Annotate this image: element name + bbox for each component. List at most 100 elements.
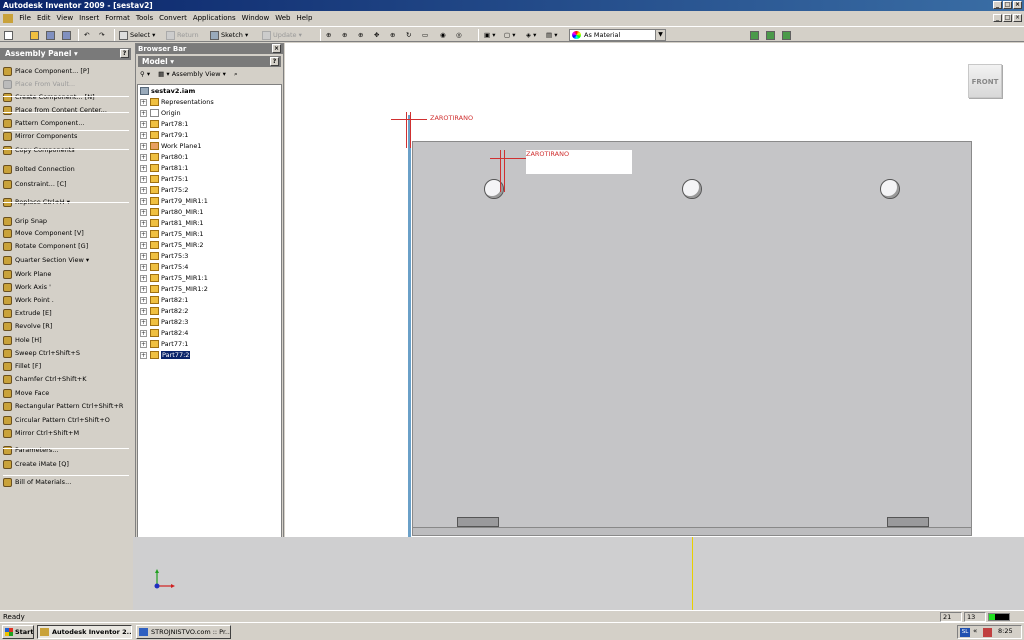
expand-icon[interactable]: +: [140, 142, 147, 150]
cmd-work-plane[interactable]: Work Plane: [3, 268, 51, 280]
language-indicator[interactable]: SL: [960, 628, 970, 637]
tree-node[interactable]: + Representations: [140, 97, 214, 108]
expand-icon[interactable]: +: [140, 120, 147, 128]
menu-edit[interactable]: Edit: [34, 12, 54, 25]
cmd-grip-snap[interactable]: Grip Snap: [3, 215, 47, 227]
cmd-content-center[interactable]: Place from Content Center...: [3, 104, 107, 116]
cmd-chamfer[interactable]: Chamfer Ctrl+Shift+K: [3, 373, 87, 385]
menu-tools[interactable]: Tools: [133, 12, 156, 25]
cmd-parameters[interactable]: Parameters...: [3, 444, 58, 456]
cmd-sweep[interactable]: Sweep Ctrl+Shift+S: [3, 347, 80, 359]
minimize-button[interactable]: _: [993, 1, 1002, 9]
new-icon[interactable]: [4, 29, 15, 41]
view-selector[interactable]: ▦ ▾ Assembly View ▾: [158, 70, 226, 78]
expand-icon[interactable]: +: [140, 285, 147, 293]
expand-icon[interactable]: +: [140, 219, 147, 227]
orbit-icon[interactable]: ↻: [406, 29, 411, 41]
cmd-pattern[interactable]: Pattern Component...: [3, 117, 84, 129]
cmd-move-face[interactable]: Move Face: [3, 387, 49, 399]
doc-minimize-button[interactable]: _: [993, 14, 1002, 22]
expand-icon[interactable]: +: [140, 252, 147, 260]
cmd-revolve[interactable]: Revolve [R]: [3, 320, 52, 332]
tree-node[interactable]: + Part78:1: [140, 119, 188, 130]
task-browser[interactable]: STROJNISTVO.com :: Pr...: [136, 625, 231, 639]
section-view-icon[interactable]: ◈ ▾: [526, 29, 536, 41]
hole-middle[interactable]: [682, 179, 702, 199]
open-icon[interactable]: [30, 29, 41, 41]
tree-node[interactable]: + Origin: [140, 108, 181, 119]
cmd-rotate[interactable]: Rotate Component [G]: [3, 240, 88, 252]
zoom-icon[interactable]: ⊕: [358, 29, 363, 41]
tree-node[interactable]: + Part75_MIR1:1: [140, 273, 208, 284]
chevron-down-icon[interactable]: ▼: [655, 30, 665, 40]
cmd-constraint[interactable]: Constraint... [C]: [3, 178, 67, 190]
expand-icon[interactable]: +: [140, 340, 147, 348]
expand-icon[interactable]: +: [140, 230, 147, 238]
pan-icon[interactable]: ✥: [374, 29, 379, 41]
cmd-copy[interactable]: Copy Components: [3, 144, 75, 156]
sketch-button[interactable]: Sketch ▾: [210, 29, 248, 41]
tree-node[interactable]: + Part81_MIR:1: [140, 218, 204, 229]
tree-node[interactable]: + Part79:1: [140, 130, 188, 141]
filter-icon[interactable]: ⚲ ▾: [140, 70, 150, 78]
hole-left[interactable]: [484, 179, 504, 199]
vault-checkin-icon[interactable]: [750, 29, 761, 41]
expand-icon[interactable]: +: [140, 164, 147, 172]
hole-right[interactable]: [880, 179, 900, 199]
expand-icon[interactable]: +: [140, 153, 147, 161]
tree-node[interactable]: + Part75_MIR1:2: [140, 284, 208, 295]
expand-icon[interactable]: +: [140, 197, 147, 205]
expand-icon[interactable]: +: [140, 274, 147, 282]
cmd-section[interactable]: Quarter Section View ▾: [3, 254, 89, 266]
expand-icon[interactable]: +: [140, 307, 147, 315]
expand-icon[interactable]: +: [140, 329, 147, 337]
menu-convert[interactable]: Convert: [156, 12, 190, 25]
expand-icon[interactable]: +: [140, 109, 147, 117]
save-icon[interactable]: [46, 29, 57, 41]
tree-node[interactable]: + Part75_MIR:2: [140, 240, 204, 251]
cmd-fillet[interactable]: Fillet [F]: [3, 360, 41, 372]
tree-node[interactable]: + Part82:1: [140, 295, 188, 306]
cmd-hole[interactable]: Hole [H]: [3, 334, 42, 346]
cmd-bom[interactable]: Bill of Materials...: [3, 476, 71, 488]
cmd-circ-pattern[interactable]: Circular Pattern Ctrl+Shift+O: [3, 414, 110, 426]
zoom-all-icon[interactable]: ⊕: [326, 29, 331, 41]
cmd-extrude[interactable]: Extrude [E]: [3, 307, 52, 319]
cmd-place-component[interactable]: Place Component... [P]: [3, 65, 89, 77]
expand-icon[interactable]: +: [140, 263, 147, 271]
assembly-part-plate[interactable]: [412, 141, 972, 536]
vault-checkout-icon[interactable]: [766, 29, 777, 41]
tree-node[interactable]: + Part80_MIR:1: [140, 207, 204, 218]
tree-root[interactable]: sestav2.iam: [140, 86, 195, 97]
menu-insert[interactable]: Insert: [76, 12, 102, 25]
menu-view[interactable]: View: [54, 12, 77, 25]
look-at-icon[interactable]: ▭: [422, 29, 428, 41]
model-dropdown[interactable]: Model ▾?: [138, 56, 281, 67]
start-button[interactable]: Start: [2, 625, 34, 639]
cmd-mirror[interactable]: Mirror Components: [3, 130, 77, 142]
cmd-bolt[interactable]: Bolted Connection: [3, 163, 75, 175]
close-icon[interactable]: ×: [272, 44, 281, 53]
tree-node[interactable]: + Part82:2: [140, 306, 188, 317]
cmd-imate[interactable]: Create iMate [Q]: [3, 458, 69, 470]
menu-help[interactable]: Help: [293, 12, 315, 25]
assembly-panel-header[interactable]: Assembly Panel ▾?: [0, 48, 131, 60]
doc-restore-button[interactable]: □: [1003, 14, 1012, 22]
task-inventor[interactable]: Autodesk Inventor 2...: [37, 625, 132, 639]
zoom-window-icon[interactable]: ⊕: [342, 29, 347, 41]
cmd-create-component[interactable]: Create Component... [N]: [3, 91, 95, 103]
help-icon[interactable]: ?: [120, 49, 129, 58]
expand-icon[interactable]: +: [140, 186, 147, 194]
select-button[interactable]: Select ▾: [119, 29, 155, 41]
expand-icon[interactable]: +: [140, 175, 147, 183]
expand-icon[interactable]: +: [140, 131, 147, 139]
update-button[interactable]: Update ▾: [262, 29, 302, 41]
viewcube[interactable]: FRONT: [968, 64, 1002, 98]
menu-file[interactable]: File: [16, 12, 34, 25]
tree-node[interactable]: + Part79_MIR1:1: [140, 196, 208, 207]
tree-node[interactable]: + Part82:4: [140, 328, 188, 339]
tree-node[interactable]: + Part75:3: [140, 251, 188, 262]
tree-node[interactable]: + Work Plane1: [140, 141, 202, 152]
cmd-move[interactable]: Move Component [V]: [3, 227, 84, 239]
tray-app-icon[interactable]: [983, 628, 992, 637]
